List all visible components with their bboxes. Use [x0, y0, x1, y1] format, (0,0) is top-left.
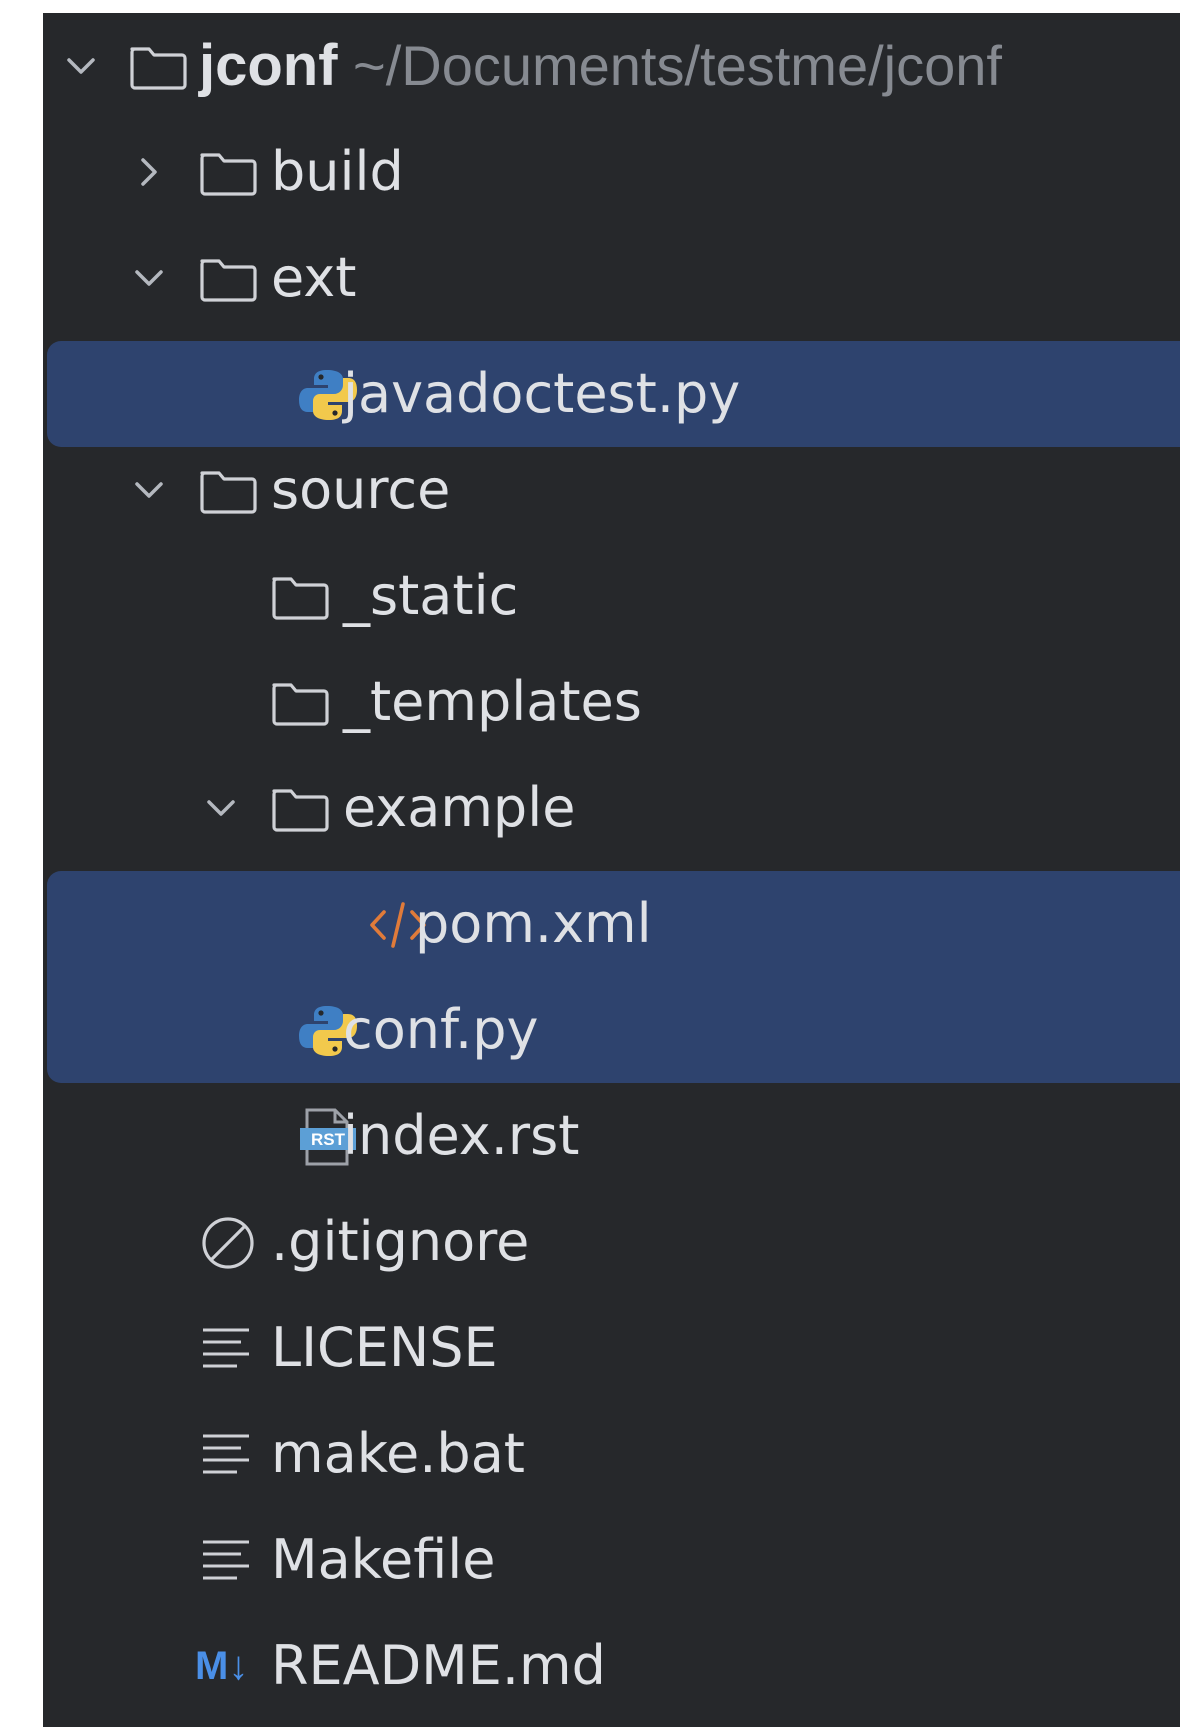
folder-icon	[272, 789, 329, 832]
tree-row-label: README.md	[271, 1634, 606, 1697]
tree-row-label: .gitignore	[271, 1210, 530, 1273]
folder-icon	[200, 471, 257, 514]
markdown-file-icon: M↓	[195, 1644, 249, 1688]
tree-row-file-readme-md[interactable]: M↓ README.md	[43, 1613, 1180, 1719]
chevron-right-icon[interactable]	[129, 152, 169, 192]
project-path: ~/Documents/testme/jconf	[353, 34, 1002, 97]
tree-row-label: javadoctest.py	[343, 362, 741, 425]
tree-row-file-index-rst[interactable]: RST index.rst	[43, 1083, 1180, 1189]
tree-row-file-gitignore[interactable]: .gitignore	[43, 1189, 1180, 1295]
tree-row-label: index.rst	[343, 1104, 580, 1167]
tree-row-folder-build[interactable]: build	[43, 119, 1180, 225]
text-file-icon	[203, 1328, 249, 1368]
folder-icon	[272, 577, 329, 620]
tree-row-folder-source[interactable]: source	[43, 437, 1180, 543]
rst-badge-text: RST	[311, 1130, 346, 1149]
tree-row-label: Makefile	[271, 1528, 496, 1591]
tree-row-label: source	[271, 458, 451, 521]
tree-row-root-jconf[interactable]: jconf ~/Documents/testme/jconf	[43, 13, 1180, 119]
chevron-down-icon[interactable]	[201, 788, 241, 828]
folder-icon	[272, 683, 329, 726]
tree-row-label: _templates	[343, 670, 642, 733]
tree-row-label: pom.xml	[415, 892, 652, 955]
tree-row-label: jconf	[199, 33, 338, 98]
tree-row-label: make.bat	[271, 1422, 525, 1485]
tree-row-folder-static[interactable]: _static	[43, 543, 1180, 649]
tree-row-label: _static	[343, 564, 519, 627]
chevron-down-icon[interactable]	[129, 470, 169, 510]
tree-row-file-javadoctest-py[interactable]: javadoctest.py	[43, 341, 1180, 447]
folder-icon	[200, 259, 257, 302]
folder-icon	[200, 153, 257, 196]
chevron-down-icon[interactable]	[61, 46, 101, 86]
tree-row-folder-example[interactable]: example	[43, 755, 1180, 861]
tree-row-label: conf.py	[343, 998, 539, 1061]
tree-row-label: example	[343, 776, 576, 839]
text-file-icon	[203, 1434, 249, 1474]
text-file-icon	[203, 1540, 249, 1580]
tree-row-label: LICENSE	[271, 1316, 498, 1379]
tree-row-file-conf-py[interactable]: conf.py	[43, 977, 1180, 1083]
tree-row-folder-templates[interactable]: _templates	[43, 649, 1180, 755]
tree-row-file-license[interactable]: LICENSE	[43, 1295, 1180, 1401]
tree-row-label: ext	[271, 246, 357, 309]
tree-row-folder-ext[interactable]: ext	[43, 225, 1180, 331]
project-tree-panel: jconf ~/Documents/testme/jconf build ext…	[43, 13, 1180, 1727]
tree-row-file-makefile[interactable]: Makefile	[43, 1507, 1180, 1613]
ignored-file-icon	[202, 1217, 254, 1269]
chevron-down-icon[interactable]	[129, 258, 169, 298]
folder-icon	[130, 47, 187, 90]
tree-row-file-make-bat[interactable]: make.bat	[43, 1401, 1180, 1507]
tree-row-file-pom-xml[interactable]: pom.xml	[43, 871, 1180, 978]
tree-row-label: build	[271, 140, 404, 203]
